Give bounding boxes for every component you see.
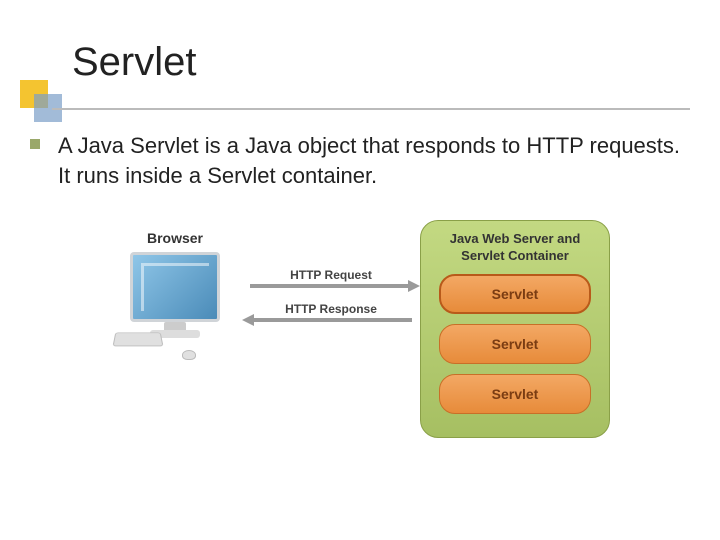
http-response-label: HTTP Response	[242, 302, 420, 316]
arrow-right-icon	[250, 284, 412, 288]
browser-label: Browser	[110, 230, 240, 246]
body-area: A Java Servlet is a Java object that res…	[30, 131, 680, 440]
keyboard-icon	[113, 333, 164, 347]
http-arrows: HTTP Request HTTP Response	[242, 268, 420, 336]
arrow-left-icon	[250, 318, 412, 322]
http-request-label: HTTP Request	[242, 268, 420, 282]
computer-icon	[120, 252, 230, 342]
server-container: Java Web Server and Servlet Container Se…	[420, 220, 610, 438]
browser-block: Browser	[110, 230, 240, 342]
architecture-diagram: Browser HTTP Request HTTP Response	[100, 220, 610, 440]
server-label: Java Web Server and Servlet Container	[433, 231, 597, 264]
slide-title: Servlet	[72, 40, 720, 91]
http-response-arrow: HTTP Response	[242, 302, 420, 322]
servlet-box: Servlet	[439, 374, 591, 414]
bullet-text: A Java Servlet is a Java object that res…	[58, 131, 680, 190]
bullet-square-icon	[30, 139, 40, 149]
servlet-box: Servlet	[439, 324, 591, 364]
monitor-screen-icon	[130, 252, 220, 322]
title-underline	[52, 108, 690, 110]
servlet-box: Servlet	[439, 274, 591, 314]
title-area: Servlet	[0, 0, 720, 91]
mouse-icon	[182, 350, 196, 360]
http-request-arrow: HTTP Request	[242, 268, 420, 288]
bullet-row: A Java Servlet is a Java object that res…	[30, 131, 680, 190]
